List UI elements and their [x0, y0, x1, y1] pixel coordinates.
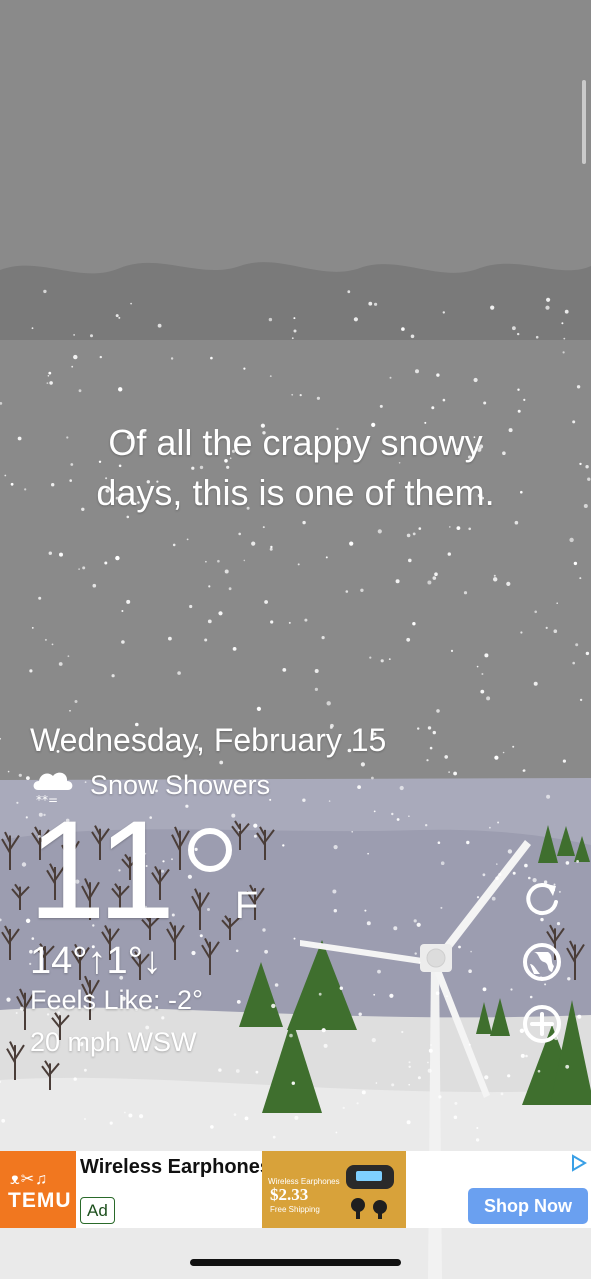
shop-now-button[interactable]: Shop Now — [468, 1188, 588, 1224]
temu-logo: ᴥ✂♫ TEMU — [0, 1151, 76, 1228]
ad-product-image[interactable]: Wireless Earphones $2.33 Free Shipping — [262, 1151, 406, 1228]
adchoices-icon[interactable] — [568, 1153, 588, 1173]
product-shipping: Free Shipping — [270, 1205, 320, 1214]
quote-line-2: days, this is one of them. — [96, 472, 495, 513]
refresh-button[interactable] — [520, 876, 564, 920]
ad-banner[interactable]: ᴥ✂♫ TEMU Wireless Earphones Ad Wireless … — [0, 1151, 591, 1228]
weather-scene-background — [0, 0, 591, 1279]
globe-button[interactable] — [520, 940, 564, 984]
earphones-case-icon — [346, 1165, 394, 1219]
home-indicator[interactable] — [190, 1259, 401, 1266]
current-temperature: 11 — [28, 791, 178, 948]
feels-like-label: Feels Like: -2° — [30, 985, 203, 1015]
scroll-indicator[interactable] — [582, 80, 586, 164]
add-location-button[interactable] — [520, 1002, 564, 1046]
degree-symbol — [188, 828, 232, 872]
cloud-band — [0, 262, 591, 340]
temu-brand-name: TEMU — [8, 1189, 72, 1212]
date-label: Wednesday, February 15 — [30, 722, 387, 758]
ad-title[interactable]: Wireless Earphones — [80, 1156, 271, 1179]
high-low-temperature: 14°↑1°↓ — [30, 940, 162, 982]
quote-line-1: Of all the crappy snowy — [108, 422, 483, 463]
ad-badge: Ad — [80, 1197, 115, 1224]
product-price: $2.33 — [270, 1185, 309, 1204]
wind-label: 20 mph WSW — [30, 1027, 197, 1057]
temperature-unit: F — [235, 885, 259, 927]
temu-logo-glyphs: ᴥ✂♫ — [10, 1171, 49, 1188]
weather-quote: Of all the crappy snowy days, this is on… — [40, 418, 551, 518]
